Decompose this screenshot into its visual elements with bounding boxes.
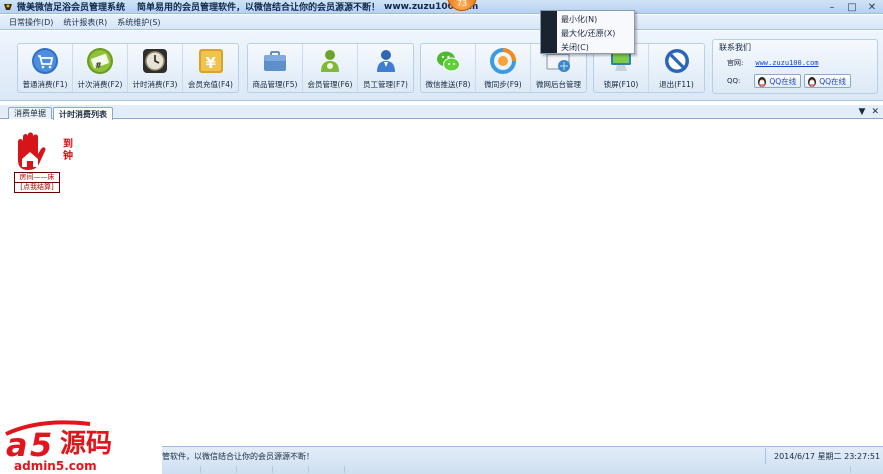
wechat-push-button[interactable]: 微信推送(F8) <box>421 44 476 92</box>
close-button[interactable]: ✕ <box>865 1 879 13</box>
ticket-icon: # <box>86 47 114 75</box>
window-controls: – □ ✕ <box>825 0 879 14</box>
wechat-sync-button[interactable]: 微同步(F9) <box>476 44 531 92</box>
contact-site-row: 官网: www.zuzu100.com <box>727 58 819 68</box>
staff-manage-label: 员工管理(F7) <box>363 80 408 89</box>
title-bar: 微美微信足浴会员管理系统 简单易用的会员管理软件，以微信结合让你的会员源源不断！… <box>0 0 883 14</box>
goods-manage-button[interactable]: 商品管理(F5) <box>248 44 303 92</box>
toolbar: 普通消费(F1) # 计次消费(F2) 计时消费(F3) ¥ 会员充值(F4) <box>0 31 883 101</box>
qq-online-button-1[interactable]: QQ在线 <box>754 74 802 88</box>
count-consume-button[interactable]: # 计次消费(F2) <box>73 44 128 92</box>
wechat-push-label: 微信推送(F8) <box>425 80 471 89</box>
status-datetime: 2014/6/17 星期二 23:27:51 <box>765 448 880 464</box>
arrive-label: 到钟 <box>63 139 73 162</box>
tab-timed-consume-list[interactable]: 计时消费列表 <box>53 107 113 120</box>
staff-manage-button[interactable]: 员工管理(F7) <box>358 44 413 92</box>
a5-logo-icon: a 5 源码 admin5.com <box>5 420 112 473</box>
timed-consume-label: 计时消费(F3) <box>132 80 178 89</box>
menu-daily-ops[interactable]: 日常操作(D) <box>4 17 58 28</box>
qq-online-label-1: QQ在线 <box>769 76 797 86</box>
room-checkout-item[interactable]: 到钟 房间——床 [点我结算] <box>12 132 73 194</box>
member-manage-label: 会员管理(F6) <box>307 80 353 89</box>
menu-system[interactable]: 系统维护(S) <box>112 17 165 28</box>
member-recharge-label: 会员充值(F4) <box>188 80 233 89</box>
app-window: 微美微信足浴会员管理系统 简单易用的会员管理软件，以微信结合让你的会员源源不断！… <box>0 0 883 474</box>
tab-close-button[interactable]: ✕ <box>871 107 879 117</box>
member-manage-button[interactable]: 会员管理(F6) <box>303 44 358 92</box>
qq-online-label-2: QQ在线 <box>819 76 847 86</box>
tab-consume-receipts[interactable]: 消费单据 <box>8 107 52 119</box>
site-label: 官网: <box>727 59 744 67</box>
room-bed-label: 房间——床 <box>19 173 55 181</box>
checkout-box: 房间——床 [点我结算] <box>14 172 60 193</box>
staff-icon <box>372 47 400 75</box>
member-icon <box>316 47 344 75</box>
sync-icon <box>489 47 517 75</box>
status-divider <box>272 466 273 473</box>
status-divider <box>200 466 201 473</box>
menu-reports[interactable]: 统计报表(R) <box>58 17 112 28</box>
checkout-action-label: [点我结算] <box>15 182 59 192</box>
contact-panel: 联系我们 官网: www.zuzu100.com QQ: QQ在线 QQ在线 <box>712 39 878 94</box>
normal-consume-button[interactable]: 普通消费(F1) <box>18 44 73 92</box>
goods-manage-label: 商品管理(F5) <box>252 80 298 89</box>
penguin-icon <box>807 76 817 87</box>
window-context-menu: 最小化(N) 最大化/还原(X) 关闭(C) <box>540 10 635 54</box>
contact-qq-row: QQ: QQ在线 QQ在线 <box>727 74 852 88</box>
qq-label: QQ: <box>727 77 741 85</box>
ctx-maximize-restore[interactable]: 最大化/还原(X) <box>561 28 615 39</box>
speed-badge-value: 73 <box>456 0 468 8</box>
toolbar-group-manage: 商品管理(F5) 会员管理(F6) 员工管理(F7) <box>247 43 414 93</box>
briefcase-icon <box>261 47 289 75</box>
exit-label: 退出(F11) <box>659 80 694 89</box>
tab-consume-receipts-label: 消费单据 <box>14 109 46 118</box>
svg-text:#: # <box>95 61 102 70</box>
clock-icon <box>141 47 169 75</box>
svg-text:¥: ¥ <box>205 54 216 72</box>
normal-consume-label: 普通消费(F1) <box>22 80 68 89</box>
yen-icon: ¥ <box>197 47 225 75</box>
lock-screen-label: 锁屏(F10) <box>603 80 639 89</box>
tab-dropdown-button[interactable]: ▼ <box>859 107 866 117</box>
status-divider <box>344 466 345 473</box>
contact-title: 联系我们 <box>719 43 751 52</box>
count-consume-label: 计次消费(F2) <box>77 80 123 89</box>
app-logo-icon <box>2 1 14 13</box>
tab-strip: 消费单据 计时消费列表 ▼ ✕ <box>0 105 883 120</box>
ctx-minimize[interactable]: 最小化(N) <box>561 14 597 25</box>
tab-timed-consume-list-label: 计时消费列表 <box>59 109 107 119</box>
tab-controls: ▼ ✕ <box>859 107 879 117</box>
cart-icon <box>31 47 59 75</box>
qq-online-button-2[interactable]: QQ在线 <box>804 74 852 88</box>
watermark-logo: a 5 源码 admin5.com <box>0 412 162 474</box>
web-backend-label: 微网后台管理 <box>536 80 581 89</box>
timed-consume-button[interactable]: 计时消费(F3) <box>128 44 183 92</box>
ctx-close[interactable]: 关闭(C) <box>561 42 589 53</box>
watermark-brand: 源码 <box>60 429 112 459</box>
toolbar-group-consume: 普通消费(F1) # 计次消费(F2) 计时消费(F3) ¥ 会员充值(F4) <box>17 43 239 93</box>
menu-bar: 日常操作(D) 统计报表(R) 系统维护(S) <box>0 15 883 30</box>
exit-button[interactable]: 退出(F11) <box>649 44 704 92</box>
watermark-url: admin5.com <box>14 459 97 473</box>
wechat-icon <box>434 47 462 75</box>
status-divider <box>236 466 237 473</box>
hand-house-icon <box>12 132 52 175</box>
site-link[interactable]: www.zuzu100.com <box>755 59 818 67</box>
status-divider <box>850 466 851 473</box>
minimize-button[interactable]: – <box>825 1 839 13</box>
member-recharge-button[interactable]: ¥ 会员充值(F4) <box>183 44 238 92</box>
penguin-icon <box>757 76 767 87</box>
maximize-button[interactable]: □ <box>845 1 859 13</box>
window-title: 微美微信足浴会员管理系统 <box>17 3 126 13</box>
status-message: 管软件，以微信结合让你的会员源源不断！ <box>162 452 314 461</box>
exit-icon <box>663 47 691 75</box>
window-slogan: 简单易用的会员管理软件，以微信结合让你的会员源源不断！ <box>137 3 381 13</box>
timed-consume-area: 到钟 房间——床 [点我结算] <box>0 120 883 444</box>
wechat-sync-label: 微同步(F9) <box>484 80 522 89</box>
status-divider <box>308 466 309 473</box>
